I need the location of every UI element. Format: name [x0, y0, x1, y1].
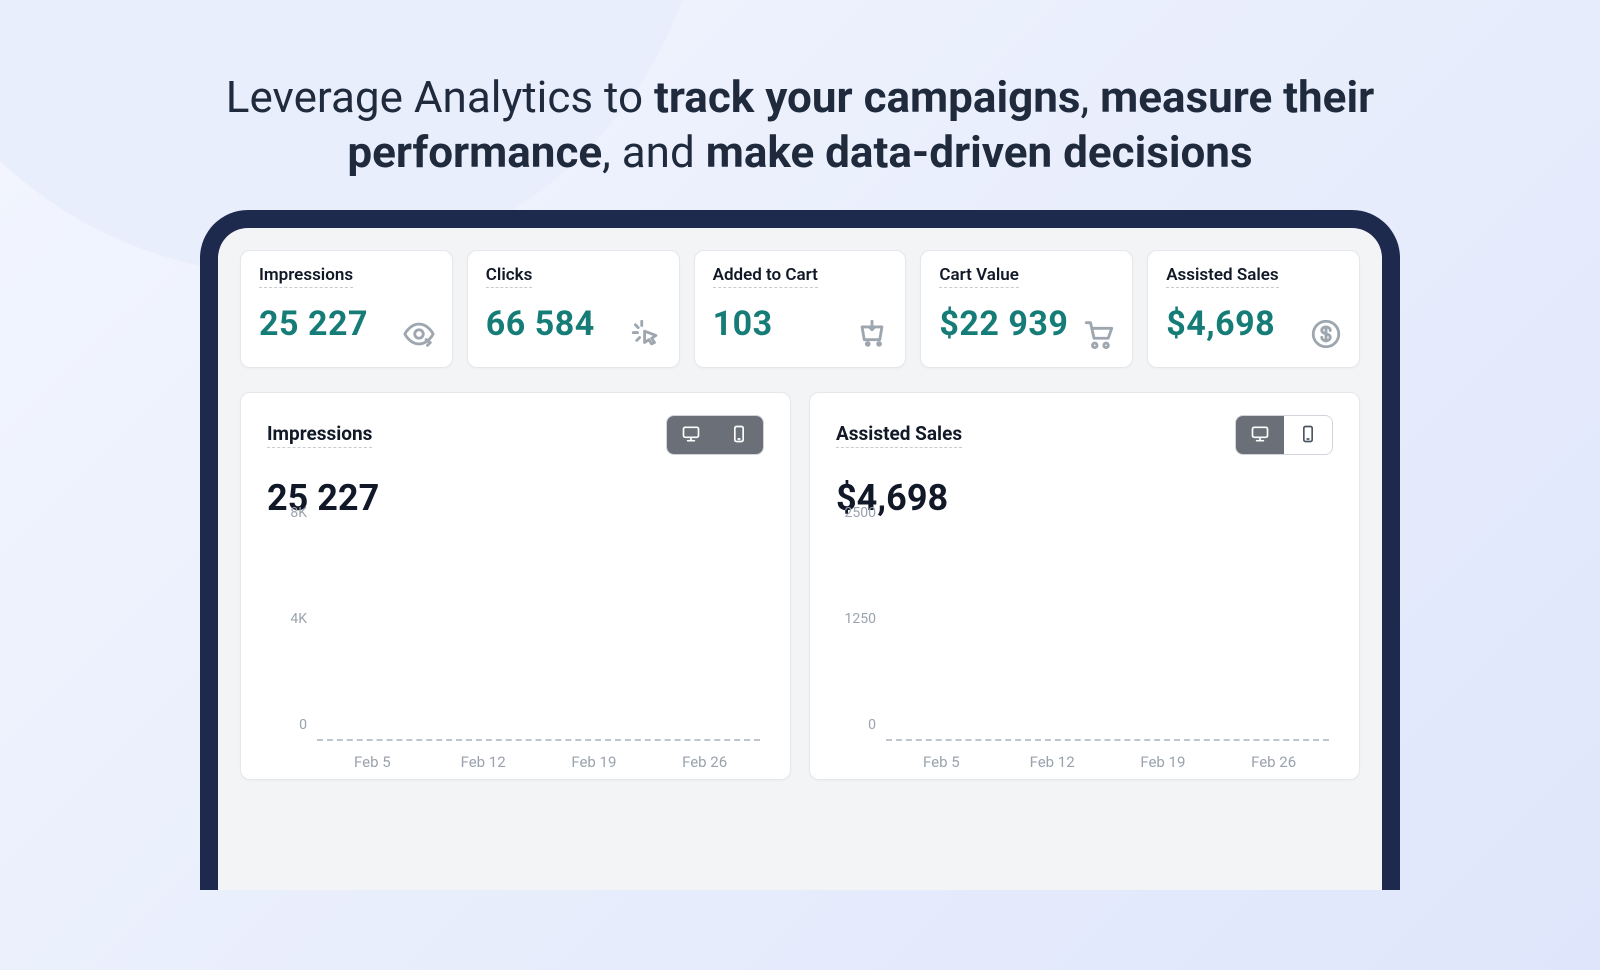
y-tick-label: 4K: [290, 611, 307, 627]
cart-icon: [1082, 317, 1116, 351]
assisted-sales-value: $4,698: [836, 477, 1333, 519]
assisted-sales-title: Assisted Sales: [836, 422, 962, 448]
cartin-icon: [855, 317, 889, 351]
impressions-toggle-mobile[interactable]: [715, 416, 763, 454]
headline-bold-3: make data-driven decisions: [706, 126, 1253, 178]
y-tick-label: 0: [299, 717, 307, 733]
desktop-icon: [1250, 424, 1270, 447]
y-tick-label: 8K: [290, 505, 307, 521]
y-tick-label: 2500: [845, 505, 876, 521]
click-icon: [629, 317, 663, 351]
x-tick-label: Feb 5: [886, 753, 997, 771]
dollar-icon: [1309, 317, 1343, 351]
x-tick-label: Feb 19: [1108, 753, 1219, 771]
headline-text-3: , and: [602, 126, 706, 178]
mobile-icon: [1298, 424, 1318, 447]
stat-card-assisted-sales[interactable]: Assisted Sales$4,698: [1147, 250, 1360, 368]
assisted-sales-plot: 012502500Feb 5Feb 12Feb 19Feb 26: [836, 529, 1333, 779]
assisted-toggle-desktop[interactable]: [1236, 416, 1284, 454]
assisted-toggle-mobile[interactable]: [1284, 416, 1332, 454]
stat-label: Added to Cart: [713, 265, 818, 288]
impressions-value: 25 227: [267, 477, 764, 519]
stat-label: Clicks: [486, 265, 533, 288]
stat-label: Impressions: [259, 265, 353, 288]
stat-label: Cart Value: [939, 265, 1019, 288]
impressions-plot: 04K8KFeb 5Feb 12Feb 19Feb 26: [267, 529, 764, 779]
x-tick-label: Feb 5: [317, 753, 428, 771]
x-tick-label: Feb 26: [1218, 753, 1329, 771]
assisted-device-toggle: [1235, 415, 1333, 455]
x-tick-label: Feb 12: [997, 753, 1108, 771]
headline-bold-1: track your campaigns: [654, 71, 1080, 123]
assisted-sales-card: Assisted Sales $4,698 012502500Feb 5Feb …: [809, 392, 1360, 780]
y-tick-label: 0: [868, 717, 876, 733]
impressions-card: Impressions 25 227 0 4K 8K Feb 5Feb 12Feb 1…: [240, 392, 791, 780]
stat-label: Assisted Sales: [1166, 265, 1278, 288]
stat-card-added-to-cart[interactable]: Added to Cart103: [694, 250, 907, 368]
page-headline: Leverage Analytics to track your campaig…: [200, 70, 1400, 180]
impressions-title: Impressions: [267, 422, 372, 448]
desktop-icon: [681, 424, 701, 447]
y-tick-label: 1250: [845, 611, 876, 627]
stat-card-cart-value[interactable]: Cart Value$22 939: [920, 250, 1133, 368]
x-tick-label: Feb 26: [649, 753, 760, 771]
charts-row: Impressions 25 227 04K8KFeb 5Feb 12Feb 1…: [240, 392, 1360, 780]
x-tick-label: Feb 12: [428, 753, 539, 771]
headline-text-2: ,: [1081, 71, 1101, 123]
impressions-device-toggle: [666, 415, 764, 455]
stat-card-clicks[interactable]: Clicks66 584: [467, 250, 680, 368]
mobile-icon: [729, 424, 749, 447]
stat-card-impressions[interactable]: Impressions25 227: [240, 250, 453, 368]
stats-row: Impressions25 227Clicks66 584Added to Ca…: [240, 250, 1360, 368]
eye-icon: [402, 317, 436, 351]
device-frame: Impressions25 227Clicks66 584Added to Ca…: [200, 210, 1400, 890]
headline-text-1: Leverage Analytics to: [226, 71, 654, 123]
impressions-toggle-desktop[interactable]: [667, 416, 715, 454]
x-tick-label: Feb 19: [539, 753, 650, 771]
